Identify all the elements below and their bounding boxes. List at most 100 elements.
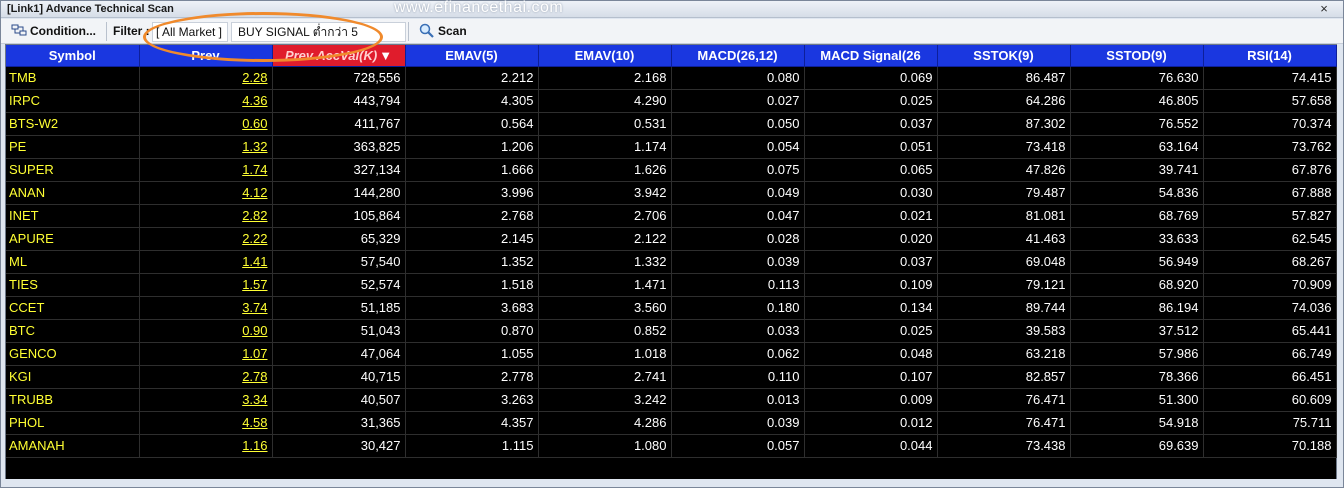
column-header-macd[interactable]: MACD(26,12) [671,45,805,67]
close-button[interactable]: × [1317,2,1331,16]
title-bar[interactable]: [Link1] Advance Technical Scan www.efina… [1,0,1343,18]
cell-prev-link[interactable]: 2.78 [242,369,267,384]
cell-prev[interactable]: 1.16 [139,434,273,458]
cell-prev-link[interactable]: 1.74 [242,162,267,177]
cell-prev-link[interactable]: 3.74 [242,300,267,315]
cell-rsi: 74.036 [1203,296,1337,320]
filter-label: Filter : [113,24,150,38]
cell-prev-link[interactable]: 1.16 [242,438,267,453]
cell-prev[interactable]: 2.22 [139,227,273,251]
cell-macd: 0.057 [671,434,805,458]
cell-symbol: APURE [6,227,140,251]
table-row[interactable]: KGI 2.78 40,715 2.778 2.741 0.110 0.107 82.857 7… [6,365,1337,389]
cell-prev-link[interactable]: 4.58 [242,415,267,430]
column-header-emav10[interactable]: EMAV(10) [538,45,672,67]
cell-sstok: 79.121 [937,273,1071,297]
table-row[interactable]: APURE 2.22 65,329 2.145 2.122 0.028 0.020 41.46… [6,227,1337,251]
table-row[interactable]: IRPC 4.36 443,794 4.305 4.290 0.027 0.025 64.28… [6,89,1337,113]
cell-emav10: 1.332 [538,250,672,274]
cell-prev[interactable]: 2.28 [139,66,273,90]
cell-prev[interactable]: 1.07 [139,342,273,366]
cell-prev[interactable]: 4.58 [139,411,273,435]
cell-prev[interactable]: 2.78 [139,365,273,389]
cell-prev-link[interactable]: 0.90 [242,323,267,338]
cell-macd-signal: 0.020 [804,227,938,251]
cell-prev[interactable]: 0.60 [139,112,273,136]
cell-rsi: 70.909 [1203,273,1337,297]
column-header-prev[interactable]: Prev [139,45,273,67]
cell-sstod: 69.639 [1070,434,1204,458]
cell-prev[interactable]: 1.74 [139,158,273,182]
cell-prev[interactable]: 4.12 [139,181,273,205]
cell-macd-signal: 0.051 [804,135,938,159]
column-header-rsi[interactable]: RSI(14) [1203,45,1337,67]
cell-prev-link[interactable]: 3.34 [242,392,267,407]
cell-prev[interactable]: 3.34 [139,388,273,412]
table-row[interactable]: PE 1.32 363,825 1.206 1.174 0.054 0.051 73.418 6… [6,135,1337,159]
cell-prev[interactable]: 0.90 [139,319,273,343]
condition-button[interactable]: Condition... [11,21,103,42]
table-row[interactable]: SUPER 1.74 327,134 1.666 1.626 0.075 0.065 47.8… [6,158,1337,182]
cell-emav5: 1.055 [405,342,539,366]
cell-prev[interactable]: 3.74 [139,296,273,320]
table-row[interactable]: PHOL 4.58 31,365 4.357 4.286 0.039 0.012 76.471… [6,411,1337,435]
cell-prev-link[interactable]: 2.28 [242,70,267,85]
table-row[interactable]: TMB 2.28 728,556 2.212 2.168 0.080 0.069 86.487… [6,66,1337,90]
cell-prev[interactable]: 1.41 [139,250,273,274]
cell-prev-link[interactable]: 1.57 [242,277,267,292]
cell-emav10: 2.122 [538,227,672,251]
cell-sstok: 76.471 [937,411,1071,435]
window-bottom-border [1,479,1343,487]
cell-prev-accval: 144,280 [272,181,406,205]
cell-rsi: 66.451 [1203,365,1337,389]
column-header-label: Prev AccVal(K) [284,47,378,63]
table-row[interactable]: ANAN 4.12 144,280 3.996 3.942 0.049 0.030 79.48… [6,181,1337,205]
market-filter-dropdown[interactable]: [ All Market ] [152,22,228,42]
column-header-sstok[interactable]: SSTOK(9) [937,45,1071,67]
cell-sstod: 33.633 [1070,227,1204,251]
table-row[interactable]: TRUBB 3.34 40,507 3.263 3.242 0.013 0.009 76.47… [6,388,1337,412]
watermark: www.efinancethai.com [394,0,564,16]
cell-prev-link[interactable]: 4.12 [242,185,267,200]
column-header-prev-accval[interactable]: Prev AccVal(K) ▼ [272,45,406,67]
signal-filter-dropdown[interactable]: BUY SIGNAL ต่ำกว่า 5 [231,22,406,42]
cell-prev-link[interactable]: 1.32 [242,139,267,154]
cell-sstod: 63.164 [1070,135,1204,159]
cell-prev-link[interactable]: 1.07 [242,346,267,361]
cell-prev[interactable]: 2.82 [139,204,273,228]
cell-sstod: 57.986 [1070,342,1204,366]
table-row[interactable]: CCET 3.74 51,185 3.683 3.560 0.180 0.134 89.744… [6,296,1337,320]
scan-button[interactable]: Scan [419,21,477,42]
cell-prev[interactable]: 1.57 [139,273,273,297]
cell-prev-link[interactable]: 4.36 [242,93,267,108]
cell-macd: 0.033 [671,319,805,343]
table-row[interactable]: TIES 1.57 52,574 1.518 1.471 0.113 0.109 79.121… [6,273,1337,297]
cell-prev-accval: 47,064 [272,342,406,366]
cell-prev[interactable]: 1.32 [139,135,273,159]
cell-prev-link[interactable]: 0.60 [242,116,267,131]
column-header-sstod[interactable]: SSTOD(9) [1070,45,1204,67]
cell-emav10: 3.242 [538,388,672,412]
table-row[interactable]: INET 2.82 105,864 2.768 2.706 0.047 0.021 81.08… [6,204,1337,228]
cell-sstok: 47.826 [937,158,1071,182]
cell-symbol: SUPER [6,158,140,182]
results-grid[interactable]: Symbol Prev Prev AccVal(K) ▼ EMAV(5) EMAV… [5,44,1337,480]
cell-prev[interactable]: 4.36 [139,89,273,113]
cell-sstok: 64.286 [937,89,1071,113]
column-header-symbol[interactable]: Symbol [6,45,140,67]
column-header-emav5[interactable]: EMAV(5) [405,45,539,67]
table-row[interactable]: BTC 0.90 51,043 0.870 0.852 0.033 0.025 39.583 3… [6,319,1337,343]
cell-rsi: 57.827 [1203,204,1337,228]
cell-prev-link[interactable]: 2.82 [242,208,267,223]
cell-prev-link[interactable]: 1.41 [242,254,267,269]
table-row[interactable]: AMANAH 1.16 30,427 1.115 1.080 0.057 0.044 73.4… [6,434,1337,458]
cell-emav5: 4.357 [405,411,539,435]
cell-prev-accval: 52,574 [272,273,406,297]
table-row[interactable]: BTS-W2 0.60 411,767 0.564 0.531 0.050 0.037 87.… [6,112,1337,136]
condition-label: Condition... [30,24,96,38]
table-row[interactable]: GENCO 1.07 47,064 1.055 1.018 0.062 0.048 63.21… [6,342,1337,366]
column-header-macd-signal[interactable]: MACD Signal(26 [804,45,938,67]
cell-prev-link[interactable]: 2.22 [242,231,267,246]
table-row[interactable]: ML 1.41 57,540 1.352 1.332 0.039 0.037 69.048 56… [6,250,1337,274]
cell-sstok: 79.487 [937,181,1071,205]
